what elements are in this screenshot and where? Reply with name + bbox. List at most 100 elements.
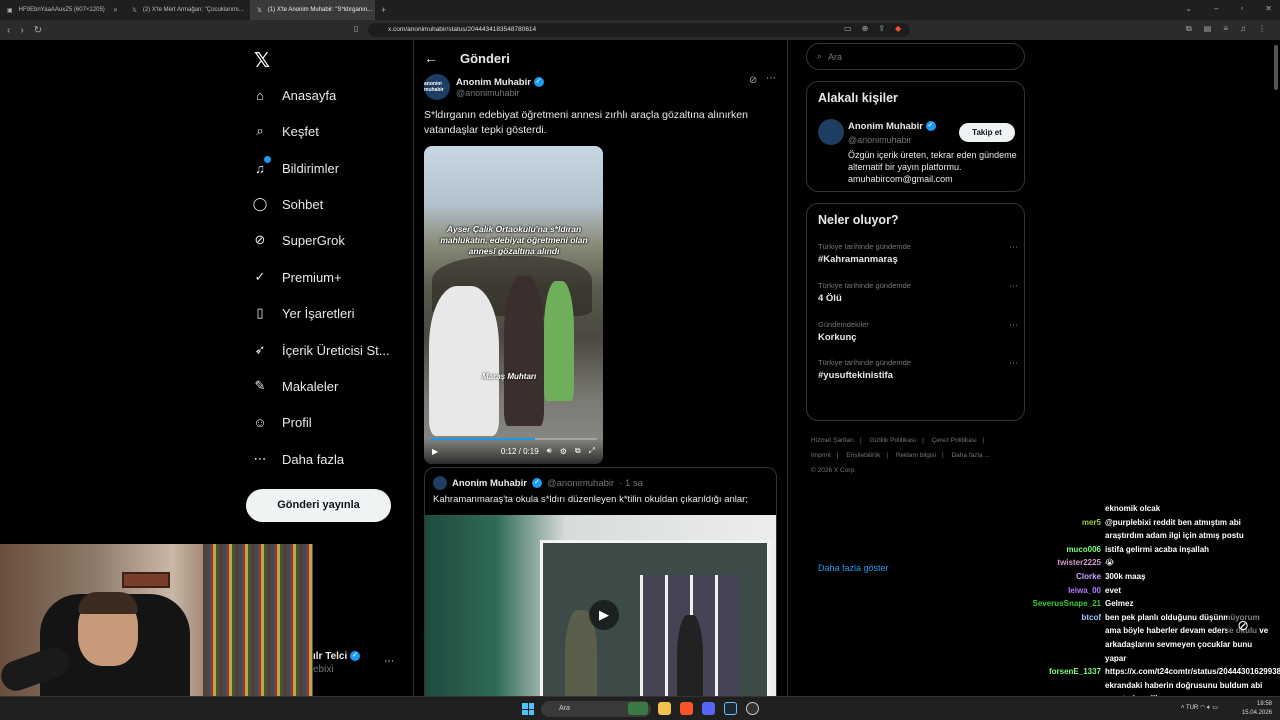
trend-item[interactable]: Türkiye tarihinde gündemde #yusuftekinist…	[818, 358, 1018, 381]
menu-icon[interactable]: ≡	[1223, 24, 1228, 34]
footer-link[interactable]: Reklam bilgisi	[896, 452, 936, 459]
bookmark-page-icon[interactable]: ▯	[354, 24, 358, 33]
author-name[interactable]: Anonim Muhabir	[456, 77, 531, 88]
quoted-post[interactable]: Anonim Muhabir ✓ @anonimuhabir · 1 sa Ka…	[424, 467, 777, 717]
wallet-icon[interactable]: ▤	[1204, 24, 1212, 34]
language-indicator[interactable]: TUR	[1186, 705, 1198, 711]
author-handle[interactable]: @anonimuhabir	[456, 88, 544, 98]
post-video[interactable]: Ayser Çalık Ortaokulu'na s*ldıran mahluk…	[424, 146, 603, 464]
related-name[interactable]: Anonim Muhabir	[848, 121, 923, 132]
more-options-icon[interactable]: ⋯	[1009, 281, 1018, 292]
sidebar-item-notifications[interactable]: ♫ Bildirimler	[252, 156, 339, 176]
volume-icon[interactable]: 🔉︎	[1207, 705, 1211, 711]
minimize-icon[interactable]: –	[1214, 4, 1218, 13]
sidebar-item-explore[interactable]: ⌕ Keşfet	[252, 123, 319, 139]
footer-link[interactable]: Erişilebilirlik	[846, 452, 880, 459]
browser-tab[interactable]: ▣ HF9EbnYaaAAuxZ5 (607×1205) ✕	[0, 0, 125, 20]
footer-link[interactable]: Çerez Politikası	[932, 437, 977, 444]
home-icon: ⌂	[256, 87, 264, 103]
obs-icon[interactable]	[746, 702, 759, 715]
notification-badge	[264, 156, 271, 163]
settings-icon[interactable]: ⚙	[560, 447, 567, 456]
avatar	[433, 476, 447, 490]
avatar[interactable]: anonim muhabir	[424, 74, 450, 100]
extensions-icon[interactable]: ⧉	[1186, 24, 1192, 34]
quoted-post-video[interactable]: ▶	[425, 515, 776, 716]
sidebar-item-chat[interactable]: ◯ Sohbet	[252, 196, 323, 212]
related-name-row: Anonim Muhabir ✓	[848, 121, 936, 132]
settings-menu-icon[interactable]: ⋮	[1258, 24, 1266, 34]
browser-tab-active[interactable]: 𝕏 (1) X'te Anonim Muhabir: "S*ldırganın..…	[250, 0, 375, 20]
footer-link[interactable]: Imprint	[811, 452, 831, 459]
grok-icon[interactable]: ⊘	[749, 75, 757, 86]
file-explorer-icon[interactable]	[658, 702, 671, 715]
trend-item[interactable]: Türkiye tarihinde gündemde #Kahramanmaraş…	[818, 242, 1018, 265]
sidebar-item-articles[interactable]: ✎ Makaleler	[252, 378, 339, 394]
chat-username[interactable]: Clorke	[1000, 570, 1105, 584]
start-icon[interactable]	[522, 703, 534, 715]
post-button[interactable]: Gönderi yayınla	[246, 489, 391, 522]
media-icon[interactable]: ♫	[1240, 24, 1246, 34]
trend-item[interactable]: Gündemdekiler Korkunç ⋯	[818, 320, 1018, 343]
chat-username[interactable]: SeverusSnape_21	[1000, 597, 1105, 611]
discord-icon[interactable]	[702, 702, 715, 715]
sidebar-item-more[interactable]: ⋯ Daha fazla	[252, 451, 345, 467]
maximize-icon[interactable]: ▫	[1240, 4, 1243, 13]
forward-icon[interactable]: ›	[20, 25, 23, 36]
reload-icon[interactable]: ↻	[34, 25, 42, 36]
sidebar-item-home[interactable]: ⌂ Anasayfa	[252, 87, 336, 103]
cast-icon[interactable]: ▭	[844, 24, 852, 33]
browser-tab[interactable]: 𝕏(2) X'te Mert Armağan: "Çocuklarımı...✕	[125, 0, 250, 20]
show-more-link[interactable]: Daha fazla göster	[818, 563, 889, 573]
clock[interactable]: 18:58 15.04.2026	[1242, 700, 1272, 718]
trend-item[interactable]: Türkiye tarihinde gündemde 4 Ölü ⋯	[818, 281, 1018, 304]
battery-icon[interactable]: ▭	[1212, 705, 1218, 711]
brave-shield-icon[interactable]: ◆	[895, 24, 901, 33]
footer-link[interactable]: Hizmet Şartları	[811, 437, 854, 444]
close-tab-icon[interactable]: ✕	[113, 7, 118, 14]
chat-username[interactable]: muco006	[1000, 543, 1105, 557]
chat-username[interactable]: btcof	[1000, 611, 1105, 665]
scrollbar[interactable]	[1274, 45, 1278, 90]
account-switcher[interactable]: ılr Telci ✓ ebixi ⋯	[313, 650, 394, 676]
wifi-icon[interactable]: ◠	[1200, 705, 1205, 711]
play-icon[interactable]: ▶	[589, 600, 619, 630]
follow-button[interactable]: Takip et	[959, 123, 1015, 142]
tab-list-icon[interactable]: ⌄	[1185, 4, 1192, 13]
avatar[interactable]	[818, 119, 844, 145]
more-options-icon[interactable]: ⋯	[1009, 242, 1018, 253]
video-person	[544, 281, 574, 401]
related-handle[interactable]: @anonimuhabir	[848, 135, 912, 145]
chat-username[interactable]: mer5	[1000, 516, 1105, 543]
x-logo-icon[interactable]: 𝕏	[254, 48, 270, 73]
back-icon[interactable]: ‹	[7, 25, 10, 36]
widgets-icon[interactable]	[628, 702, 648, 715]
chat-username[interactable]	[1000, 502, 1105, 516]
sidebar-item-creator-studio[interactable]: ➶ İçerik Üreticisi St...	[252, 342, 390, 358]
close-window-icon[interactable]: ✕	[1265, 4, 1272, 13]
footer-link[interactable]: Daha fazla ...	[951, 452, 989, 459]
steam-icon[interactable]	[724, 702, 737, 715]
brave-icon[interactable]	[680, 702, 693, 715]
search-input[interactable]: ⌕ Ara	[806, 43, 1025, 70]
more-options-icon[interactable]: ⋯	[766, 73, 776, 84]
sidebar-item-bookmarks[interactable]: ▯ Yer İşaretleri	[252, 305, 354, 321]
sidebar-item-supergrok[interactable]: ⊘ SuperGrok	[252, 232, 345, 248]
back-arrow-icon[interactable]: ←	[424, 50, 438, 66]
sidebar-item-profile[interactable]: ☺ Profil	[252, 414, 311, 430]
share-icon[interactable]: ⇪	[878, 24, 885, 33]
volume-icon[interactable]: 🔊︎	[547, 446, 552, 456]
zoom-icon[interactable]: ⊕	[862, 24, 869, 33]
more-options-icon[interactable]: ⋯	[384, 656, 394, 676]
play-icon[interactable]: ▶	[432, 447, 438, 456]
chat-username[interactable]: twister2225	[1000, 556, 1105, 570]
fullscreen-icon[interactable]: ⤢	[589, 446, 595, 456]
more-options-icon[interactable]: ⋯	[1009, 320, 1018, 331]
new-tab-icon[interactable]: +	[381, 5, 386, 15]
sidebar-item-premium[interactable]: ✓ Premium+	[252, 269, 342, 285]
chat-username[interactable]: leiwa_00	[1000, 584, 1105, 598]
more-options-icon[interactable]: ⋯	[1009, 358, 1018, 369]
pip-icon[interactable]: ⧉	[575, 446, 581, 456]
url-field[interactable]: x.com/anonimuhabir/status/20444341835487…	[368, 23, 910, 37]
footer-link[interactable]: Gizlilik Politikası	[870, 437, 917, 444]
